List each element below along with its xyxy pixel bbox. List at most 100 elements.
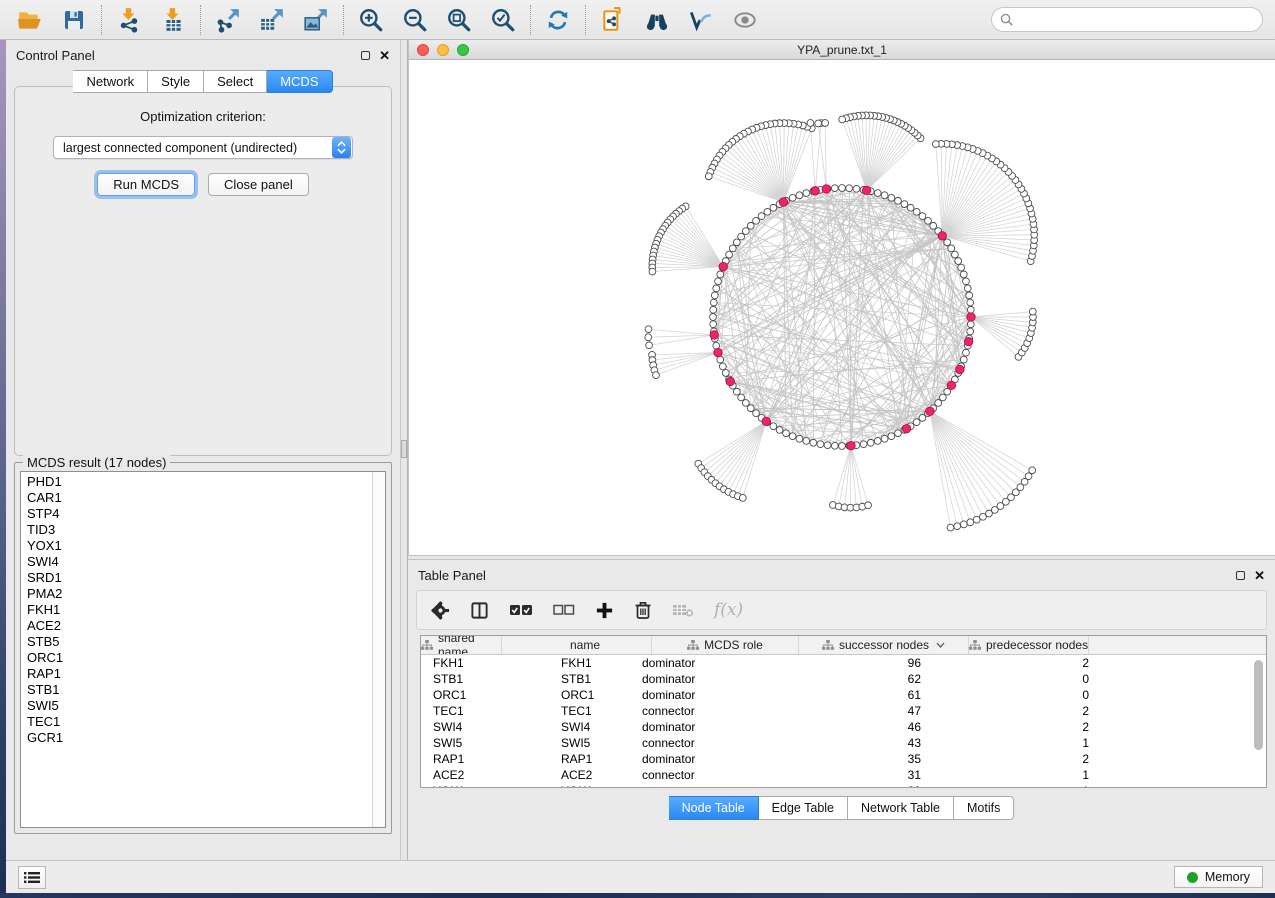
mcds-result-node[interactable]: ACE2 <box>27 618 372 634</box>
vertical-splitter[interactable] <box>400 40 408 860</box>
zoom-out-icon <box>402 7 428 33</box>
table-column-header[interactable]: predecessor nodes <box>969 636 1089 654</box>
import-table-button[interactable] <box>159 6 187 34</box>
table-row[interactable]: TEC1 TEC1 connector 47 2 <box>421 703 1266 719</box>
desktop-wallpaper-bottom <box>0 893 1275 898</box>
delete-table-icon <box>672 602 694 618</box>
control-panel-tab[interactable]: MCDS <box>267 70 332 93</box>
trash-icon <box>634 600 652 620</box>
table-tab[interactable]: Node Table <box>669 796 759 820</box>
hide-details-button[interactable] <box>687 6 715 34</box>
select-all-icon <box>509 602 533 618</box>
table-column-header[interactable]: MCDS role <box>652 636 799 654</box>
mcds-result-node[interactable]: STP4 <box>27 506 372 522</box>
mcds-result-node[interactable]: SWI4 <box>27 554 372 570</box>
control-panel-tab[interactable]: Network <box>73 70 148 93</box>
save-session-icon <box>62 8 86 32</box>
function-builder-button[interactable]: f(x) <box>714 600 743 620</box>
import-network-icon <box>116 7 142 33</box>
zoom-selected-button[interactable] <box>489 6 517 34</box>
deselect-all-button[interactable] <box>553 603 575 617</box>
export-table-button[interactable] <box>258 6 286 34</box>
criterion-select[interactable]: largest connected component (undirected) <box>53 136 353 159</box>
close-panel-icon[interactable]: ✕ <box>1254 571 1265 580</box>
mcds-list-scrollbar[interactable] <box>372 472 385 827</box>
network-column-icon <box>969 640 981 650</box>
table-scrollbar[interactable] <box>1252 658 1263 783</box>
mcds-result-node[interactable]: SWI5 <box>27 698 372 714</box>
network-document-icon <box>600 7 626 33</box>
float-panel-icon[interactable] <box>361 51 370 60</box>
gear-button[interactable] <box>431 601 450 620</box>
zoom-in-button[interactable] <box>357 6 385 34</box>
binoculars-button[interactable] <box>643 6 671 34</box>
table-row[interactable]: SWI5 SWI5 connector 43 1 <box>421 735 1266 751</box>
mcds-result-node[interactable]: RAP1 <box>27 666 372 682</box>
import-network-button[interactable] <box>115 6 143 34</box>
zoom-out-button[interactable] <box>401 6 429 34</box>
table-row[interactable]: ORC1 ORC1 dominator 61 0 <box>421 687 1266 703</box>
delete-column-button[interactable] <box>634 600 652 620</box>
gear-icon <box>431 601 450 620</box>
close-panel-icon[interactable]: ✕ <box>379 51 390 60</box>
table-row[interactable]: RAP1 RAP1 dominator 35 2 <box>421 751 1266 767</box>
mcds-result-node[interactable]: SRD1 <box>27 570 372 586</box>
table-row[interactable]: STB1 STB1 dominator 62 0 <box>421 671 1266 687</box>
mcds-result-node[interactable]: YOX1 <box>27 538 372 554</box>
network-column-icon <box>822 640 834 650</box>
mcds-result-node[interactable]: PMA2 <box>27 586 372 602</box>
table-tab[interactable]: Motifs <box>954 796 1014 820</box>
save-session-button[interactable] <box>60 6 88 34</box>
close-panel-button[interactable]: Close panel <box>208 173 309 196</box>
table-row[interactable]: ACE2 ACE2 connector 31 1 <box>421 767 1266 783</box>
export-image-button[interactable] <box>302 6 330 34</box>
mcds-result-node[interactable]: GCR1 <box>27 730 372 746</box>
show-details-button[interactable] <box>731 6 759 34</box>
table-scrollbar-thumb[interactable] <box>1254 660 1263 750</box>
table-column-header[interactable]: successor nodes <box>799 636 969 654</box>
memory-button[interactable]: Memory <box>1174 866 1263 888</box>
mcds-result-node[interactable]: PHD1 <box>27 474 372 490</box>
mcds-result-node[interactable]: FKH1 <box>27 602 372 618</box>
import-table-icon <box>160 7 186 33</box>
table-row[interactable]: YOX1 YOX1 connector 29 1 <box>421 783 1266 788</box>
mcds-result-node[interactable]: STB1 <box>27 682 372 698</box>
add-column-button[interactable] <box>595 601 614 620</box>
select-all-button[interactable] <box>509 602 533 618</box>
table-body: FKH1 FKH1 dominator 96 2 STB1 STB1 domin… <box>421 655 1266 788</box>
refresh-button[interactable] <box>544 6 572 34</box>
column-label: successor nodes <box>839 638 929 652</box>
table-column-header[interactable]: name <box>502 636 652 654</box>
zoom-fit-button[interactable] <box>445 6 473 34</box>
float-panel-icon[interactable] <box>1236 571 1245 580</box>
mcds-result-node[interactable]: TID3 <box>27 522 372 538</box>
mcds-result-node[interactable]: ORC1 <box>27 650 372 666</box>
open-file-button[interactable] <box>16 6 44 34</box>
mcds-result-node[interactable]: TEC1 <box>27 714 372 730</box>
control-panel-tab[interactable]: Style <box>148 70 204 93</box>
node-table: shared name <box>420 635 1267 788</box>
table-column-header[interactable]: shared name <box>421 636 502 654</box>
control-panel: Control Panel ✕ Network Style Select MCD… <box>6 40 400 860</box>
memory-status-icon <box>1187 872 1198 883</box>
control-panel-tab[interactable]: Select <box>204 70 267 93</box>
table-row[interactable]: SWI4 SWI4 dominator 46 2 <box>421 719 1266 735</box>
delete-table-button[interactable] <box>672 602 694 618</box>
network-graph[interactable] <box>409 60 1275 555</box>
run-mcds-button[interactable]: Run MCDS <box>97 173 195 196</box>
split-column-icon <box>470 601 489 620</box>
network-canvas[interactable] <box>409 60 1275 555</box>
network-document-button[interactable] <box>599 6 627 34</box>
split-column-button[interactable] <box>470 601 489 620</box>
splitter-grip[interactable] <box>401 440 407 458</box>
search-input[interactable] <box>1018 12 1254 28</box>
table-row[interactable]: FKH1 FKH1 dominator 96 2 <box>421 655 1266 671</box>
export-network-button[interactable] <box>214 6 242 34</box>
mcds-result-list: PHD1 CAR1 STP4 TID3 YOX1 SWI4 SRD1 <box>20 471 386 828</box>
control-panel-title: Control Panel <box>16 48 95 63</box>
mcds-result-node[interactable]: STB5 <box>27 634 372 650</box>
table-tab[interactable]: Network Table <box>848 796 954 820</box>
task-history-button[interactable] <box>18 866 46 889</box>
mcds-result-node[interactable]: CAR1 <box>27 490 372 506</box>
table-tab[interactable]: Edge Table <box>759 796 848 820</box>
